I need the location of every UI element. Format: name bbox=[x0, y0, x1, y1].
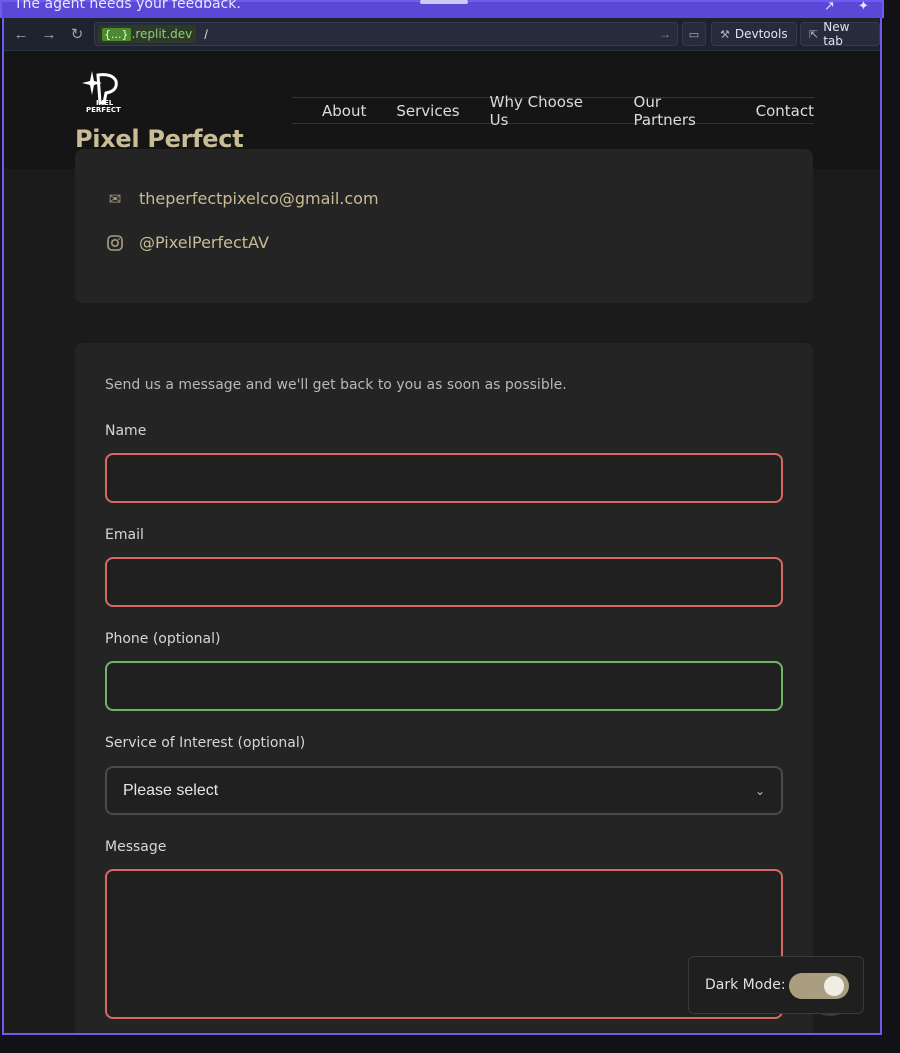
service-select[interactable]: Please select ⌄ bbox=[105, 766, 783, 815]
contact-info-card: ✉ theperfectpixelco@gmail.com @PixelPerf… bbox=[75, 149, 813, 303]
new-tab-button[interactable]: ⇱ New tab bbox=[800, 20, 880, 48]
switch-knob bbox=[824, 976, 844, 996]
contact-form-card: Send us a message and we'll get back to … bbox=[75, 343, 813, 1033]
pin-icon[interactable]: ✦ bbox=[858, 0, 869, 14]
envelope-icon: ✉ bbox=[108, 189, 122, 208]
monitor-icon: ▭ bbox=[688, 27, 700, 41]
form-intro: Send us a message and we'll get back to … bbox=[105, 377, 567, 393]
name-label: Name bbox=[105, 423, 147, 439]
email-contact: ✉ theperfectpixelco@gmail.com bbox=[105, 189, 379, 208]
page-content: ✉ theperfectpixelco@gmail.com @PixelPerf… bbox=[4, 149, 880, 1033]
devtools-button[interactable]: ⚒ Devtools bbox=[711, 22, 797, 46]
instagram-icon bbox=[105, 234, 125, 251]
instagram-contact: @PixelPerfectAV bbox=[105, 233, 269, 252]
nav-our-partners[interactable]: Our Partners bbox=[634, 93, 726, 129]
address-bar[interactable]: {...} .replit.dev / → bbox=[94, 22, 678, 46]
wrench-icon: ⚒ bbox=[720, 27, 730, 41]
svg-text:PERFECT: PERFECT bbox=[86, 106, 121, 113]
main-nav: About Services Why Choose Us Our Partner… bbox=[292, 93, 814, 129]
browser-toolbar: ← → ↻ {...} .replit.dev / → ▭ ⚒ Devtools … bbox=[4, 18, 880, 51]
domain-text: .replit.dev bbox=[131, 27, 193, 41]
service-label: Service of Interest (optional) bbox=[105, 735, 306, 751]
back-icon[interactable]: ← bbox=[8, 21, 34, 47]
service-selected-value: Please select bbox=[123, 781, 219, 799]
name-field[interactable] bbox=[105, 453, 783, 503]
nav-services[interactable]: Services bbox=[396, 102, 459, 120]
devtools-label: Devtools bbox=[734, 27, 788, 41]
instagram-link[interactable]: @PixelPerfectAV bbox=[139, 233, 269, 252]
message-textarea[interactable] bbox=[105, 869, 783, 1019]
forward-icon[interactable]: → bbox=[36, 21, 62, 47]
phone-field[interactable] bbox=[105, 661, 783, 711]
dark-mode-label: Dark Mode: bbox=[705, 977, 786, 993]
nav-contact[interactable]: Contact bbox=[756, 102, 814, 120]
pixel-perfect-logo[interactable]: IXEL PERFECT bbox=[78, 69, 124, 113]
email-link[interactable]: theperfectpixelco@gmail.com bbox=[139, 189, 379, 208]
email-field[interactable] bbox=[105, 557, 783, 607]
agent-banner: The agent needs your feedback. ↗ ✦ bbox=[0, 0, 884, 18]
go-arrow-icon[interactable]: → bbox=[659, 27, 671, 41]
new-tab-label: New tab bbox=[823, 20, 850, 48]
popout-icon[interactable]: ↗ bbox=[824, 0, 835, 14]
dark-mode-toggle-panel: Dark Mode: bbox=[688, 956, 864, 1014]
reload-icon[interactable]: ↻ bbox=[64, 21, 90, 47]
message-label: Message bbox=[105, 839, 167, 855]
device-preview-button[interactable]: ▭ bbox=[682, 22, 706, 46]
domain-pill: {...} .replit.dev bbox=[98, 25, 197, 43]
phone-label: Phone (optional) bbox=[105, 631, 221, 647]
app-frame: The agent needs your feedback. ↗ ✦ ← → ↻… bbox=[0, 0, 900, 1053]
drag-handle[interactable] bbox=[420, 0, 468, 4]
chevron-down-icon: ⌄ bbox=[754, 783, 765, 798]
email-label: Email bbox=[105, 527, 144, 543]
agent-notice: The agent needs your feedback. bbox=[14, 0, 241, 12]
dark-mode-switch[interactable] bbox=[789, 973, 849, 999]
nav-why-choose-us[interactable]: Why Choose Us bbox=[490, 93, 604, 129]
repl-domain-icon: {...} bbox=[102, 27, 131, 41]
url-path[interactable]: / bbox=[204, 27, 208, 42]
nav-about[interactable]: About bbox=[322, 102, 366, 120]
browser-window: ← → ↻ {...} .replit.dev / → ▭ ⚒ Devtools … bbox=[2, 18, 882, 1035]
external-link-icon: ⇱ bbox=[809, 27, 819, 41]
